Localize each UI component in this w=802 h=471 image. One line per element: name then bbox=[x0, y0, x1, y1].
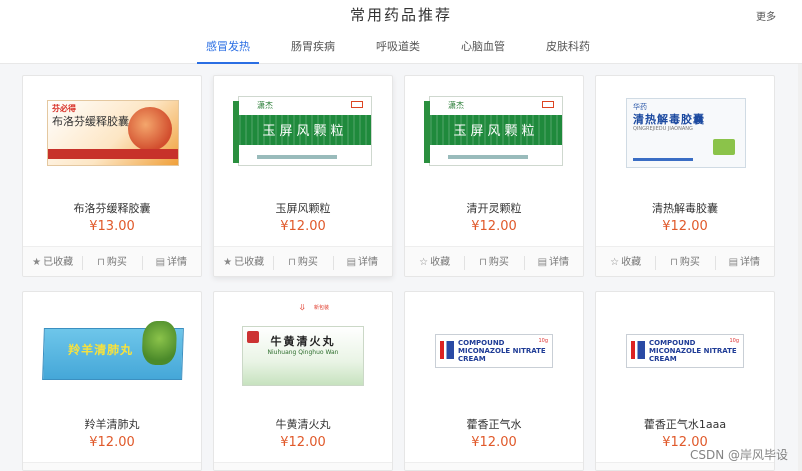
tab-cardio[interactable]: 心脑血管 bbox=[450, 38, 516, 64]
tab-respiratory[interactable]: 呼吸道类 bbox=[365, 38, 431, 64]
card-actions bbox=[596, 462, 774, 470]
star-outline-icon: ☆ bbox=[610, 257, 620, 268]
product-name[interactable]: 藿香正气水 bbox=[405, 416, 583, 432]
product-name[interactable]: 牛黄清火丸 bbox=[214, 416, 392, 432]
tab-digestive[interactable]: 肠胃疾病 bbox=[280, 38, 346, 64]
header: 常用药品推荐 更多 感冒发热 肠胃疾病 呼吸道类 心脑血管 皮肤科药 bbox=[0, 0, 802, 64]
detail-button[interactable]: ▤ 详情 bbox=[141, 247, 201, 276]
bag-icon: ⊓ bbox=[288, 257, 296, 268]
bag-icon: ⊓ bbox=[97, 257, 105, 268]
box-line-2: MICONAZOLE NITRATE bbox=[458, 347, 546, 355]
product-card[interactable]: ⇩ 新包装 牛黄清火丸 Niuhuang Qinghuo Wan 牛黄清火丸 ¥… bbox=[213, 291, 393, 471]
product-price: ¥12.00 bbox=[662, 219, 708, 234]
detail-button[interactable]: ▤ 详情 bbox=[332, 247, 392, 276]
document-icon: ▤ bbox=[728, 257, 739, 268]
bag-icon: ⊓ bbox=[670, 257, 678, 268]
card-actions bbox=[214, 462, 392, 470]
product-image[interactable]: COMPOUND MICONAZOLE NITRATE CREAM 10g bbox=[612, 304, 758, 394]
product-name[interactable]: 布洛芬缓释胶囊 bbox=[23, 200, 201, 216]
box-brand: 潇杰 bbox=[448, 101, 464, 110]
favorite-button[interactable]: ★ 已收藏 bbox=[23, 247, 82, 276]
box-title: 牛黄清火丸 bbox=[270, 335, 336, 348]
product-price: ¥12.00 bbox=[89, 435, 135, 450]
product-image[interactable]: COMPOUND MICONAZOLE NITRATE CREAM 10g bbox=[421, 304, 567, 394]
product-image[interactable]: 羚羊清肺丸 bbox=[39, 304, 185, 394]
product-price: ¥12.00 bbox=[280, 219, 326, 234]
box-weight: 10g bbox=[729, 338, 739, 344]
box-line-3: CREAM bbox=[649, 355, 677, 363]
new-package-tag: 新包装 bbox=[314, 305, 330, 311]
card-actions: ☆ 收藏 ⊓ 购买 ▤ 详情 bbox=[405, 246, 583, 276]
product-image[interactable]: ⇩ 新包装 牛黄清火丸 Niuhuang Qinghuo Wan bbox=[230, 304, 376, 394]
card-actions bbox=[405, 462, 583, 470]
box-title: 羚羊清肺丸 bbox=[67, 343, 134, 357]
tab-cold-fever[interactable]: 感冒发热 bbox=[195, 38, 261, 64]
product-price: ¥12.00 bbox=[280, 435, 326, 450]
product-image[interactable]: 潇杰 玉屏风颗粒 bbox=[230, 88, 376, 178]
more-link[interactable]: 更多 bbox=[756, 8, 776, 23]
product-card[interactable]: COMPOUND MICONAZOLE NITRATE CREAM 10g 藿香… bbox=[404, 291, 584, 471]
box-title: 玉屏风颗粒 bbox=[453, 124, 539, 139]
box-weight: 10g bbox=[538, 338, 548, 344]
favorite-button[interactable]: ☆ 收藏 bbox=[596, 247, 655, 276]
product-price: ¥12.00 bbox=[471, 435, 517, 450]
product-card[interactable]: 潇杰 玉屏风颗粒 玉屏风颗粒 ¥12.00 ★ 已收藏 ⊓ 购买 ▤ 详情 bbox=[213, 75, 393, 277]
favorite-button[interactable]: ☆ 收藏 bbox=[405, 247, 464, 276]
card-actions: ★ 已收藏 ⊓ 购买 ▤ 详情 bbox=[214, 246, 392, 276]
box-title: 玉屏风颗粒 bbox=[262, 124, 348, 139]
document-icon: ▤ bbox=[155, 257, 166, 268]
product-name[interactable]: 羚羊清肺丸 bbox=[23, 416, 201, 432]
product-name[interactable]: 清开灵颗粒 bbox=[405, 200, 583, 216]
product-image[interactable]: 芬必得 布洛芬缓释胶囊 bbox=[39, 88, 185, 178]
buy-button[interactable]: ⊓ 购买 bbox=[655, 247, 714, 276]
document-icon: ▤ bbox=[346, 257, 357, 268]
favorite-button[interactable]: ★ 已收藏 bbox=[214, 247, 273, 276]
bag-icon: ⊓ bbox=[479, 257, 487, 268]
star-filled-icon: ★ bbox=[223, 257, 233, 268]
document-icon: ▤ bbox=[537, 257, 548, 268]
product-name[interactable]: 藿香正气水1aaa bbox=[596, 416, 774, 432]
product-image[interactable]: 潇杰 玉屏风颗粒 bbox=[421, 88, 567, 178]
detail-button[interactable]: ▤ 详情 bbox=[523, 247, 583, 276]
product-card[interactable]: 芬必得 布洛芬缓释胶囊 布洛芬缓释胶囊 ¥13.00 ★ 已收藏 ⊓ 购买 ▤ 详情 bbox=[22, 75, 202, 277]
box-title: 布洛芬缓释胶囊 bbox=[52, 115, 129, 128]
box-line-1: COMPOUND bbox=[649, 339, 696, 347]
buy-button[interactable]: ⊓ 购买 bbox=[273, 247, 332, 276]
product-price: ¥12.00 bbox=[471, 219, 517, 234]
product-image[interactable]: 华药 清热解毒胶囊 QINGREJIEDU JIAONANG bbox=[612, 88, 758, 178]
product-name[interactable]: 清热解毒胶囊 bbox=[596, 200, 774, 216]
product-price: ¥13.00 bbox=[89, 219, 135, 234]
buy-button[interactable]: ⊓ 购买 bbox=[464, 247, 523, 276]
product-card[interactable]: COMPOUND MICONAZOLE NITRATE CREAM 10g 藿香… bbox=[595, 291, 775, 471]
product-card[interactable]: 华药 清热解毒胶囊 QINGREJIEDU JIAONANG 清热解毒胶囊 ¥1… bbox=[595, 75, 775, 277]
card-actions: ☆ 收藏 ⊓ 购买 ▤ 详情 bbox=[596, 246, 774, 276]
tab-dermatology[interactable]: 皮肤科药 bbox=[535, 38, 601, 64]
category-tabs: 感冒发热 肠胃疾病 呼吸道类 心脑血管 皮肤科药 bbox=[0, 38, 802, 64]
box-subtitle: Niuhuang Qinghuo Wan bbox=[267, 349, 339, 356]
product-name[interactable]: 玉屏风颗粒 bbox=[214, 200, 392, 216]
page-title: 常用药品推荐 bbox=[349, 6, 452, 24]
detail-button[interactable]: ▤ 详情 bbox=[714, 247, 774, 276]
card-actions: ★ 已收藏 ⊓ 购买 ▤ 详情 bbox=[23, 246, 201, 276]
star-outline-icon: ☆ bbox=[419, 257, 429, 268]
scrollbar[interactable] bbox=[798, 64, 802, 471]
card-actions bbox=[23, 462, 201, 470]
arrow-down-icon: ⇩ bbox=[298, 304, 307, 313]
product-card[interactable]: 羚羊清肺丸 羚羊清肺丸 ¥12.00 bbox=[22, 291, 202, 471]
box-title: 清热解毒胶囊 bbox=[633, 113, 705, 126]
watermark: CSDN @岸风毕设 bbox=[689, 448, 788, 462]
star-filled-icon: ★ bbox=[32, 257, 42, 268]
box-subtitle: QINGREJIEDU JIAONANG bbox=[633, 126, 693, 132]
box-brand: 潇杰 bbox=[257, 101, 273, 110]
box-line-3: CREAM bbox=[458, 355, 486, 363]
buy-button[interactable]: ⊓ 购买 bbox=[82, 247, 141, 276]
box-line-2: MICONAZOLE NITRATE bbox=[649, 347, 737, 355]
box-line-1: COMPOUND bbox=[458, 339, 505, 347]
product-card[interactable]: 潇杰 玉屏风颗粒 清开灵颗粒 ¥12.00 ☆ 收藏 ⊓ 购买 ▤ 详情 bbox=[404, 75, 584, 277]
